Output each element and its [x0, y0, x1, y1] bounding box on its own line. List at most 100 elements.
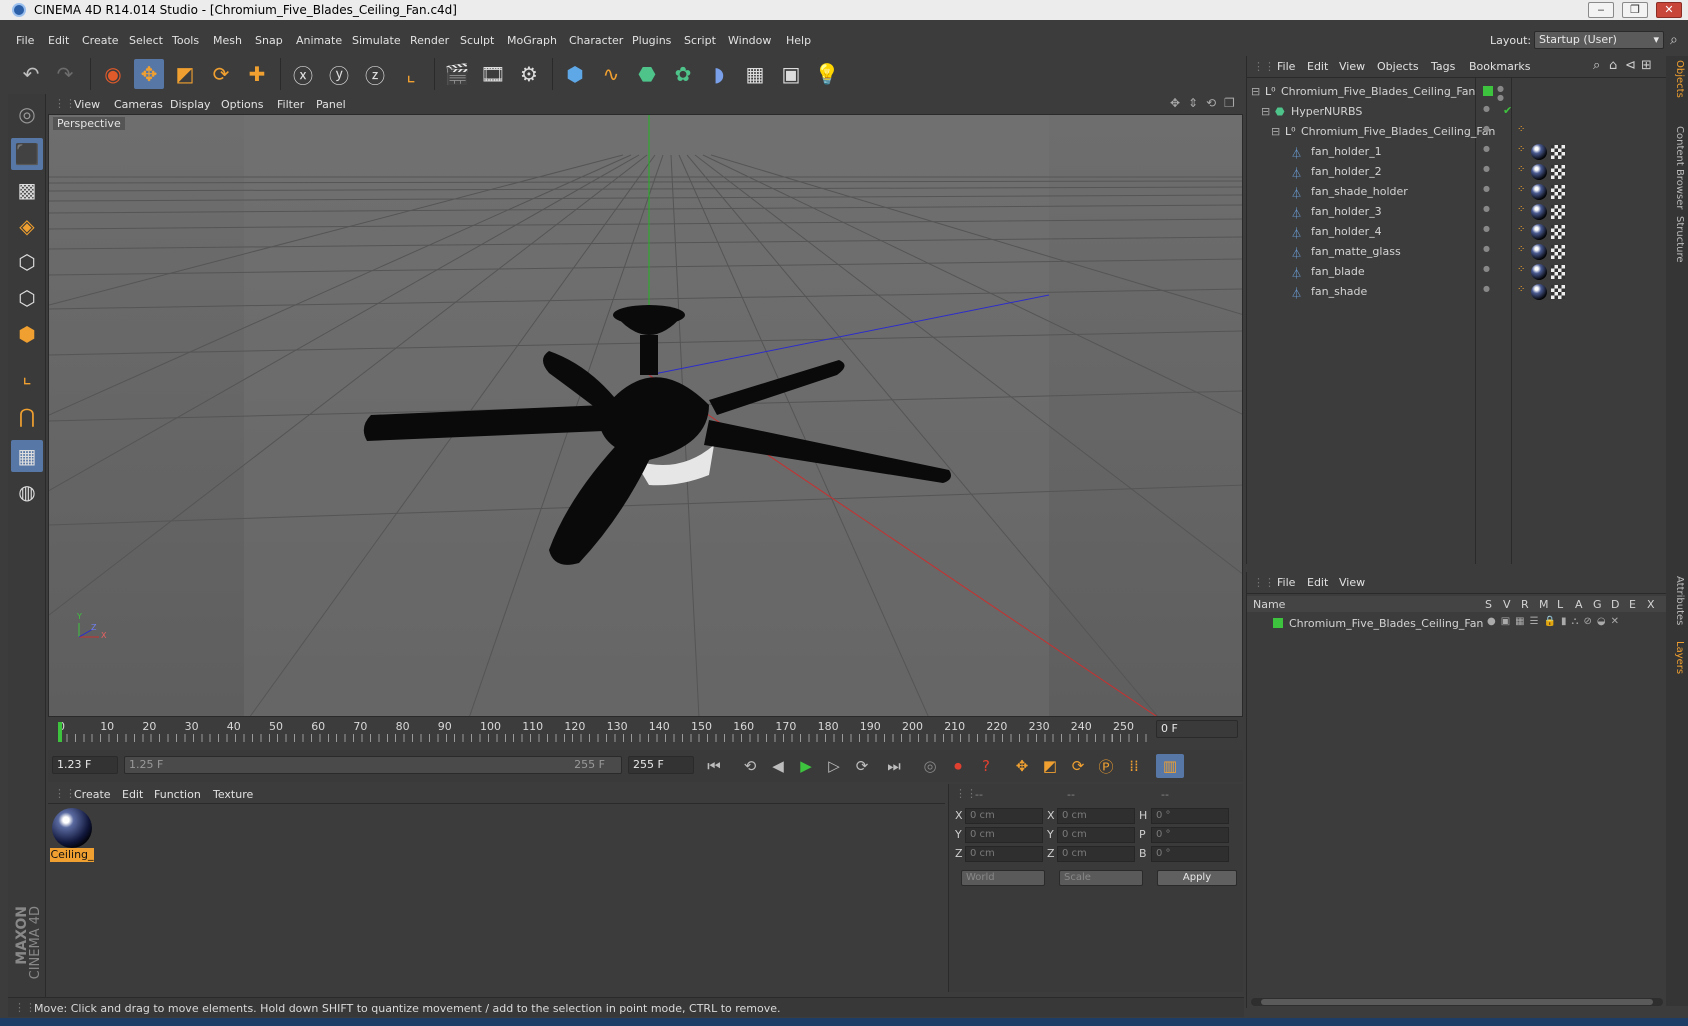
make-editable-icon[interactable]: ◎ — [11, 98, 43, 130]
pan-view-icon[interactable]: ✥ — [1170, 96, 1180, 110]
collapse-icon[interactable]: ⊟ — [1251, 85, 1260, 98]
material-tag-icon[interactable] — [1531, 264, 1547, 280]
phong-tag-icon[interactable]: ⁘ — [1517, 164, 1525, 175]
phong-tag-icon[interactable]: ⁘ — [1517, 264, 1525, 275]
restore-button[interactable]: ❐ — [1622, 2, 1648, 18]
next-key-icon[interactable]: ⟳ — [848, 754, 876, 778]
rotate-tool-icon[interactable]: ⟳ — [206, 59, 236, 89]
uvw-tag-icon[interactable] — [1551, 265, 1565, 279]
vp-menu-options[interactable]: Options — [221, 98, 263, 111]
visibility-dots-icon[interactable]: ● — [1483, 104, 1490, 113]
obj-menu-bookmarks[interactable]: Bookmarks — [1469, 60, 1530, 73]
material-swatch[interactable]: Ceiling_ — [50, 808, 94, 862]
menu-mesh[interactable]: Mesh — [213, 34, 242, 47]
polygons-mode-icon[interactable]: ⬢ — [11, 318, 43, 350]
record-parameter-icon[interactable]: Ⓟ — [1092, 754, 1120, 778]
menu-snap[interactable]: Snap — [255, 34, 283, 47]
render-view-icon[interactable]: 🎬 — [442, 59, 472, 89]
timeline-window-icon[interactable]: ▥ — [1156, 754, 1184, 778]
tree-item-group[interactable]: ⊟ L⁰ Chromium_Five_Blades_Ceiling_Fan ● … — [1247, 122, 1667, 142]
play-icon[interactable]: ▶ — [792, 754, 820, 778]
vp-menu-panel[interactable]: Panel — [316, 98, 346, 111]
mograph-cloner-icon[interactable]: ✿ — [668, 59, 698, 89]
vp-menu-display[interactable]: Display — [170, 98, 211, 111]
mat-menu-texture[interactable]: Texture — [213, 788, 253, 801]
collapse-icon[interactable]: ⊟ — [1261, 105, 1270, 118]
menu-tools[interactable]: Tools — [172, 34, 199, 47]
zoom-view-icon[interactable]: ⇕ — [1188, 96, 1198, 110]
visibility-dots-icon[interactable]: ● — [1483, 144, 1490, 153]
obj-menu-file[interactable]: File — [1277, 60, 1295, 73]
uvw-tag-icon[interactable] — [1551, 205, 1565, 219]
material-tag-icon[interactable] — [1531, 164, 1547, 180]
menu-select[interactable]: Select — [129, 34, 163, 47]
phong-tag-icon[interactable]: ⁘ — [1517, 144, 1525, 155]
tree-item-fan-blade[interactable]: ⏃ fan_blade ● ⁘ — [1247, 262, 1667, 282]
phong-tag-icon[interactable]: ⁘ — [1517, 284, 1525, 295]
vp-menu-view[interactable]: View — [74, 98, 100, 111]
light-icon[interactable]: 💡 — [812, 59, 842, 89]
obj-menu-tags[interactable]: Tags — [1431, 60, 1455, 73]
search-icon[interactable]: ⌕ — [1593, 58, 1600, 73]
record-scale-icon[interactable]: ◩ — [1036, 754, 1064, 778]
y-axis-lock-icon[interactable]: ⓨ — [324, 59, 354, 89]
render-settings-icon[interactable]: ⚙ — [514, 59, 544, 89]
orbit-view-icon[interactable]: ⟲ — [1206, 96, 1216, 110]
layer-menu-view[interactable]: View — [1339, 576, 1365, 589]
camera-icon[interactable]: ▣ — [776, 59, 806, 89]
mat-menu-create[interactable]: Create — [74, 788, 111, 801]
frame-range-slider[interactable]: 1.25 F 255 F — [124, 756, 622, 774]
menu-edit[interactable]: Edit — [48, 34, 69, 47]
tree-item-hypernurbs[interactable]: ⊟ ⬣ HyperNURBS ● ✔ — [1247, 102, 1667, 122]
scene-floor-icon[interactable]: ▦ — [740, 59, 770, 89]
menu-script[interactable]: Script — [684, 34, 716, 47]
coord-rotation-p[interactable]: 0 ° — [1151, 827, 1229, 843]
phong-tag-icon[interactable]: ⁘ — [1517, 204, 1525, 215]
tree-item-fan-shade[interactable]: ⏃ fan_shade ● ⁘ — [1247, 282, 1667, 302]
perspective-viewport[interactable]: Perspective Y X Z — [48, 114, 1243, 717]
tree-item-fan-holder-3[interactable]: ⏃ fan_holder_3 ● ⁘ — [1247, 202, 1667, 222]
layer-flag-icons[interactable]: ●▣▦☰🔒▮⛬⊘◒✕ — [1487, 616, 1624, 627]
material-tag-icon[interactable] — [1531, 224, 1547, 240]
side-tab-layers[interactable]: Layers — [1669, 641, 1685, 674]
visibility-dots-icon[interactable]: ● — [1483, 264, 1490, 273]
layer-row[interactable]: Chromium_Five_Blades_Ceiling_Fan ●▣▦☰🔒▮⛬… — [1247, 614, 1667, 634]
tree-item-fan-holder-4[interactable]: ⏃ fan_holder_4 ● ⁘ — [1247, 222, 1667, 242]
home-icon[interactable]: ⌂ — [1609, 58, 1617, 73]
redo-icon[interactable]: ↷ — [50, 59, 80, 89]
menu-window[interactable]: Window — [728, 34, 771, 47]
cube-primitive-icon[interactable]: ⬢ — [560, 59, 590, 89]
move-tool-icon[interactable]: ✥ — [134, 59, 164, 89]
material-tag-icon[interactable] — [1531, 284, 1547, 300]
record-position-icon[interactable]: ✥ — [1008, 754, 1036, 778]
close-button[interactable]: ✕ — [1656, 2, 1682, 18]
menu-file[interactable]: File — [16, 34, 34, 47]
axis-mode-icon[interactable]: ⌞ — [11, 360, 43, 392]
coord-position-x[interactable]: 0 cm — [965, 808, 1043, 824]
current-frame-field[interactable]: 0 F — [1156, 720, 1238, 738]
side-tab-structure[interactable]: Structure — [1669, 216, 1685, 263]
workplane-lock-icon[interactable]: ▦ — [11, 440, 43, 472]
new-view-icon[interactable]: ⊞ — [1641, 58, 1652, 73]
model-mode-icon[interactable]: ⬛ — [11, 138, 43, 170]
tree-item-fan-holder-2[interactable]: ⏃ fan_holder_2 ● ⁘ — [1247, 162, 1667, 182]
coord-size-mode-dropdown[interactable]: Scale — [1059, 870, 1143, 886]
points-mode-icon[interactable]: ⬡ — [11, 246, 43, 278]
record-rotation-icon[interactable]: ⟳ — [1064, 754, 1092, 778]
step-forward-icon[interactable]: ▷ — [820, 754, 848, 778]
visibility-dots-icon[interactable]: ● — [1483, 244, 1490, 253]
visibility-dots-icon[interactable]: ● — [1483, 124, 1490, 133]
visibility-dots-icon[interactable]: ● — [1483, 164, 1490, 173]
coord-size-x[interactable]: 0 cm — [1057, 808, 1135, 824]
scrollbar-thumb[interactable] — [1261, 999, 1653, 1005]
phong-tag-icon[interactable]: ⁘ — [1517, 184, 1525, 195]
nurbs-icon[interactable]: ⬣ — [632, 59, 662, 89]
obj-menu-objects[interactable]: Objects — [1377, 60, 1419, 73]
tree-item-root[interactable]: ⊟ L⁰ Chromium_Five_Blades_Ceiling_Fan ● ● — [1247, 82, 1667, 102]
side-tab-content-browser[interactable]: Content Browser — [1669, 126, 1685, 209]
uvw-tag-icon[interactable] — [1551, 225, 1565, 239]
uvw-tag-icon[interactable] — [1551, 145, 1565, 159]
vp-menu-cameras[interactable]: Cameras — [114, 98, 163, 111]
z-axis-lock-icon[interactable]: ⓩ — [360, 59, 390, 89]
deformer-icon[interactable]: ◗ — [704, 59, 734, 89]
